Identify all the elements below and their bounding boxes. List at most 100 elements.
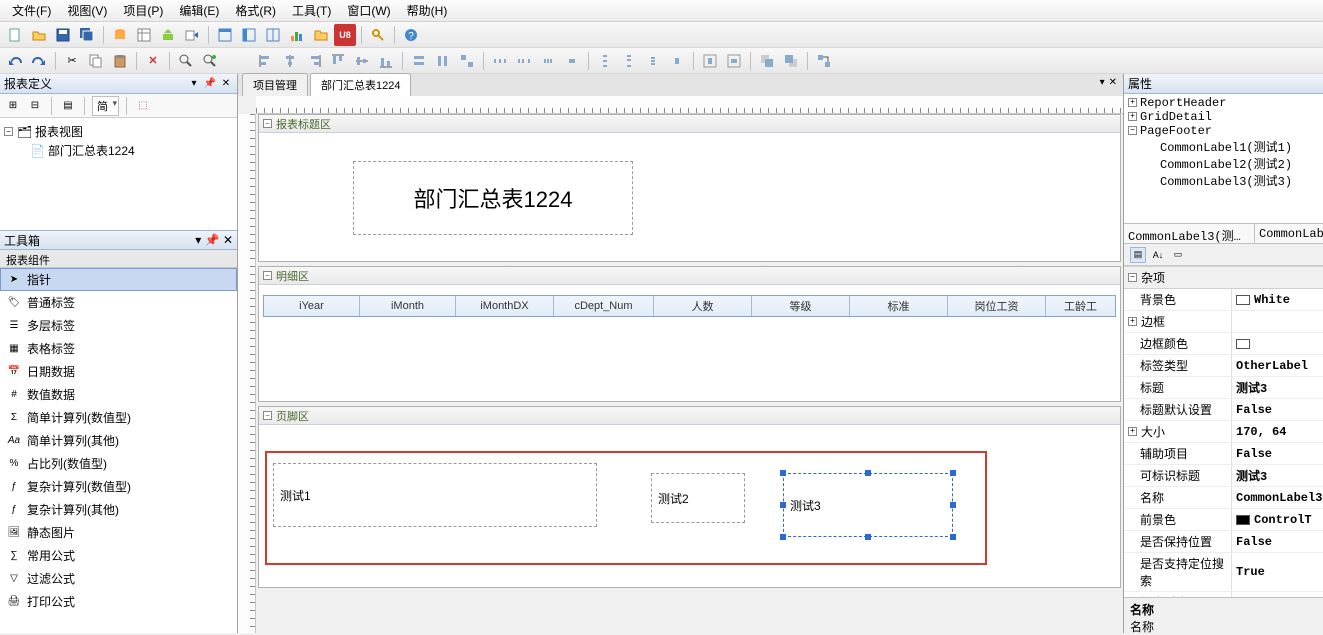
panel-close-icon[interactable]: ✕	[219, 77, 233, 91]
menu-view[interactable]: 视图(V)	[59, 0, 115, 21]
panel-pin-icon[interactable]: 📌	[203, 77, 217, 91]
toolbox-close-icon[interactable]: ✕	[223, 233, 233, 247]
center-v-icon[interactable]	[723, 50, 745, 72]
col-standard[interactable]: 标准	[850, 296, 948, 316]
export-icon[interactable]	[181, 24, 203, 46]
object-tree[interactable]: +ReportHeader +GridDetail −PageFooter Co…	[1124, 94, 1323, 224]
section-header-title[interactable]: − 报表标题区	[259, 115, 1120, 133]
toolbox-item-common-formula[interactable]: ∑常用公式	[0, 544, 237, 567]
tree-common-label-2[interactable]: CommonLabel2(测试2)	[1160, 155, 1319, 172]
prop-markable-caption[interactable]: 可标识标题测试3	[1124, 465, 1323, 487]
property-page-icon[interactable]: ▭	[1170, 247, 1186, 263]
hspace-dec-icon[interactable]	[537, 50, 559, 72]
u8-icon[interactable]: U8	[334, 24, 356, 46]
common-label-3-selected[interactable]: 测试3	[783, 473, 953, 537]
menu-project[interactable]: 项目(P)	[115, 0, 171, 21]
tree-view-icon[interactable]: ▤	[59, 97, 77, 115]
toolbox-item-date-data[interactable]: 📅日期数据	[0, 360, 237, 383]
section-collapse-icon[interactable]: −	[263, 119, 272, 128]
section-header-footer[interactable]: − 页脚区	[259, 407, 1120, 425]
center-h-icon[interactable]	[699, 50, 721, 72]
align-right-icon[interactable]	[303, 50, 325, 72]
same-size-icon[interactable]	[456, 50, 478, 72]
publish-icon[interactable]	[157, 24, 179, 46]
new-icon[interactable]	[4, 24, 26, 46]
property-object-selector[interactable]: CommonLabel3(测试3) CommonLabel	[1124, 224, 1323, 244]
layout1-icon[interactable]	[214, 24, 236, 46]
toolbox-item-simple-calc-other[interactable]: Aa简单计算列(其他)	[0, 429, 237, 452]
prop-name[interactable]: 名称CommonLabel3	[1124, 487, 1323, 509]
undo-icon[interactable]	[4, 50, 26, 72]
toolbox-item-common-label[interactable]: 🏷普通标签	[0, 291, 237, 314]
toolbox-item-complex-calc-num[interactable]: ƒ复杂计算列(数值型)	[0, 475, 237, 498]
redo-icon[interactable]	[28, 50, 50, 72]
toolbox-item-table-label[interactable]: ▦表格标签	[0, 337, 237, 360]
tree-collapse-toggle-icon[interactable]: −	[4, 127, 13, 136]
tree-common-label-3[interactable]: CommonLabel3(测试3)	[1160, 172, 1319, 189]
align-bottom-icon[interactable]	[375, 50, 397, 72]
toolbox-item-ratio-num[interactable]: %占比列(数值型)	[0, 452, 237, 475]
toolbox-item-simple-calc-num[interactable]: Σ简单计算列(数值型)	[0, 406, 237, 429]
section-collapse-icon[interactable]: −	[263, 411, 272, 420]
key-icon[interactable]	[367, 24, 389, 46]
col-imonthdx[interactable]: iMonthDX	[456, 296, 554, 316]
hspace-remove-icon[interactable]	[561, 50, 583, 72]
col-post-wage[interactable]: 岗位工资	[948, 296, 1046, 316]
prop-forecolor[interactable]: 前景色ControlT	[1124, 509, 1323, 531]
chart-view-icon[interactable]: ⬚	[134, 97, 152, 115]
toolbox-item-filter-formula[interactable]: ▽过滤公式	[0, 567, 237, 590]
panel-dropdown-icon[interactable]: ▾	[187, 77, 201, 91]
align-top-icon[interactable]	[327, 50, 349, 72]
save-icon[interactable]	[52, 24, 74, 46]
prop-keep-position[interactable]: 是否保持位置False	[1124, 531, 1323, 553]
open-icon[interactable]	[28, 24, 50, 46]
toolbox-item-static-image[interactable]: 🖼静态图片	[0, 521, 237, 544]
menu-help[interactable]: 帮助(H)	[399, 0, 456, 21]
col-people[interactable]: 人数	[654, 296, 752, 316]
tabs-close-icon[interactable]: ✕	[1109, 77, 1117, 88]
prop-border[interactable]: +边框	[1124, 311, 1323, 333]
tab-active-report[interactable]: 部门汇总表1224	[310, 73, 411, 96]
paste-icon[interactable]	[109, 50, 131, 72]
hspace-inc-icon[interactable]	[513, 50, 535, 72]
col-seniority-wage[interactable]: 工龄工	[1046, 296, 1115, 316]
tree-page-footer[interactable]: −PageFooter	[1128, 124, 1319, 138]
tree-common-label-1[interactable]: CommonLabel1(测试1)	[1160, 138, 1319, 155]
menu-edit[interactable]: 编辑(E)	[171, 0, 227, 21]
menu-file[interactable]: 文件(F)	[4, 0, 59, 21]
vspace-inc-icon[interactable]	[618, 50, 640, 72]
layout3-icon[interactable]	[262, 24, 284, 46]
report-title-label[interactable]: 部门汇总表1224	[353, 161, 633, 235]
find-icon[interactable]	[175, 50, 197, 72]
toolbox-item-number-data[interactable]: #数值数据	[0, 383, 237, 406]
tree-child-node[interactable]: 📄 部门汇总表1224	[30, 141, 233, 160]
vspace-dec-icon[interactable]	[642, 50, 664, 72]
col-imonth[interactable]: iMonth	[360, 296, 456, 316]
col-grade[interactable]: 等级	[752, 296, 850, 316]
folder-icon[interactable]	[310, 24, 332, 46]
prop-support-locate-search[interactable]: 是否支持定位搜索True	[1124, 553, 1323, 592]
cut-icon[interactable]: ✂	[61, 50, 83, 72]
common-label-2[interactable]: 测试2	[651, 473, 745, 523]
tree-report-header[interactable]: +ReportHeader	[1128, 96, 1319, 110]
toolbox-item-print-formula[interactable]: 🖨打印公式	[0, 590, 237, 613]
align-center-h-icon[interactable]	[279, 50, 301, 72]
prop-backcolor[interactable]: 背景色White	[1124, 289, 1323, 311]
tree-root-node[interactable]: − 🗂 报表视图	[4, 122, 233, 141]
toolbox-item-pointer[interactable]: ➤指针	[0, 268, 237, 291]
tabs-dropdown-icon[interactable]: ▾	[1100, 77, 1105, 88]
prop-category-misc[interactable]: −杂项	[1124, 266, 1323, 289]
grid-header-row[interactable]: iYear iMonth iMonthDX cDept_Num 人数 等级 标准…	[263, 295, 1116, 317]
toolbox-item-multi-label[interactable]: ☰多层标签	[0, 314, 237, 337]
align-middle-v-icon[interactable]	[351, 50, 373, 72]
toolbox-pin-icon[interactable]: 📌	[205, 233, 220, 247]
prop-helper[interactable]: 辅助项目False	[1124, 443, 1323, 465]
vspace-eq-icon[interactable]	[594, 50, 616, 72]
replace-icon[interactable]	[199, 50, 221, 72]
send-back-icon[interactable]	[780, 50, 802, 72]
hspace-eq-icon[interactable]	[489, 50, 511, 72]
alphabetical-icon[interactable]: A↓	[1150, 247, 1166, 263]
menu-window[interactable]: 窗口(W)	[339, 0, 398, 21]
vspace-remove-icon[interactable]	[666, 50, 688, 72]
same-height-icon[interactable]	[432, 50, 454, 72]
